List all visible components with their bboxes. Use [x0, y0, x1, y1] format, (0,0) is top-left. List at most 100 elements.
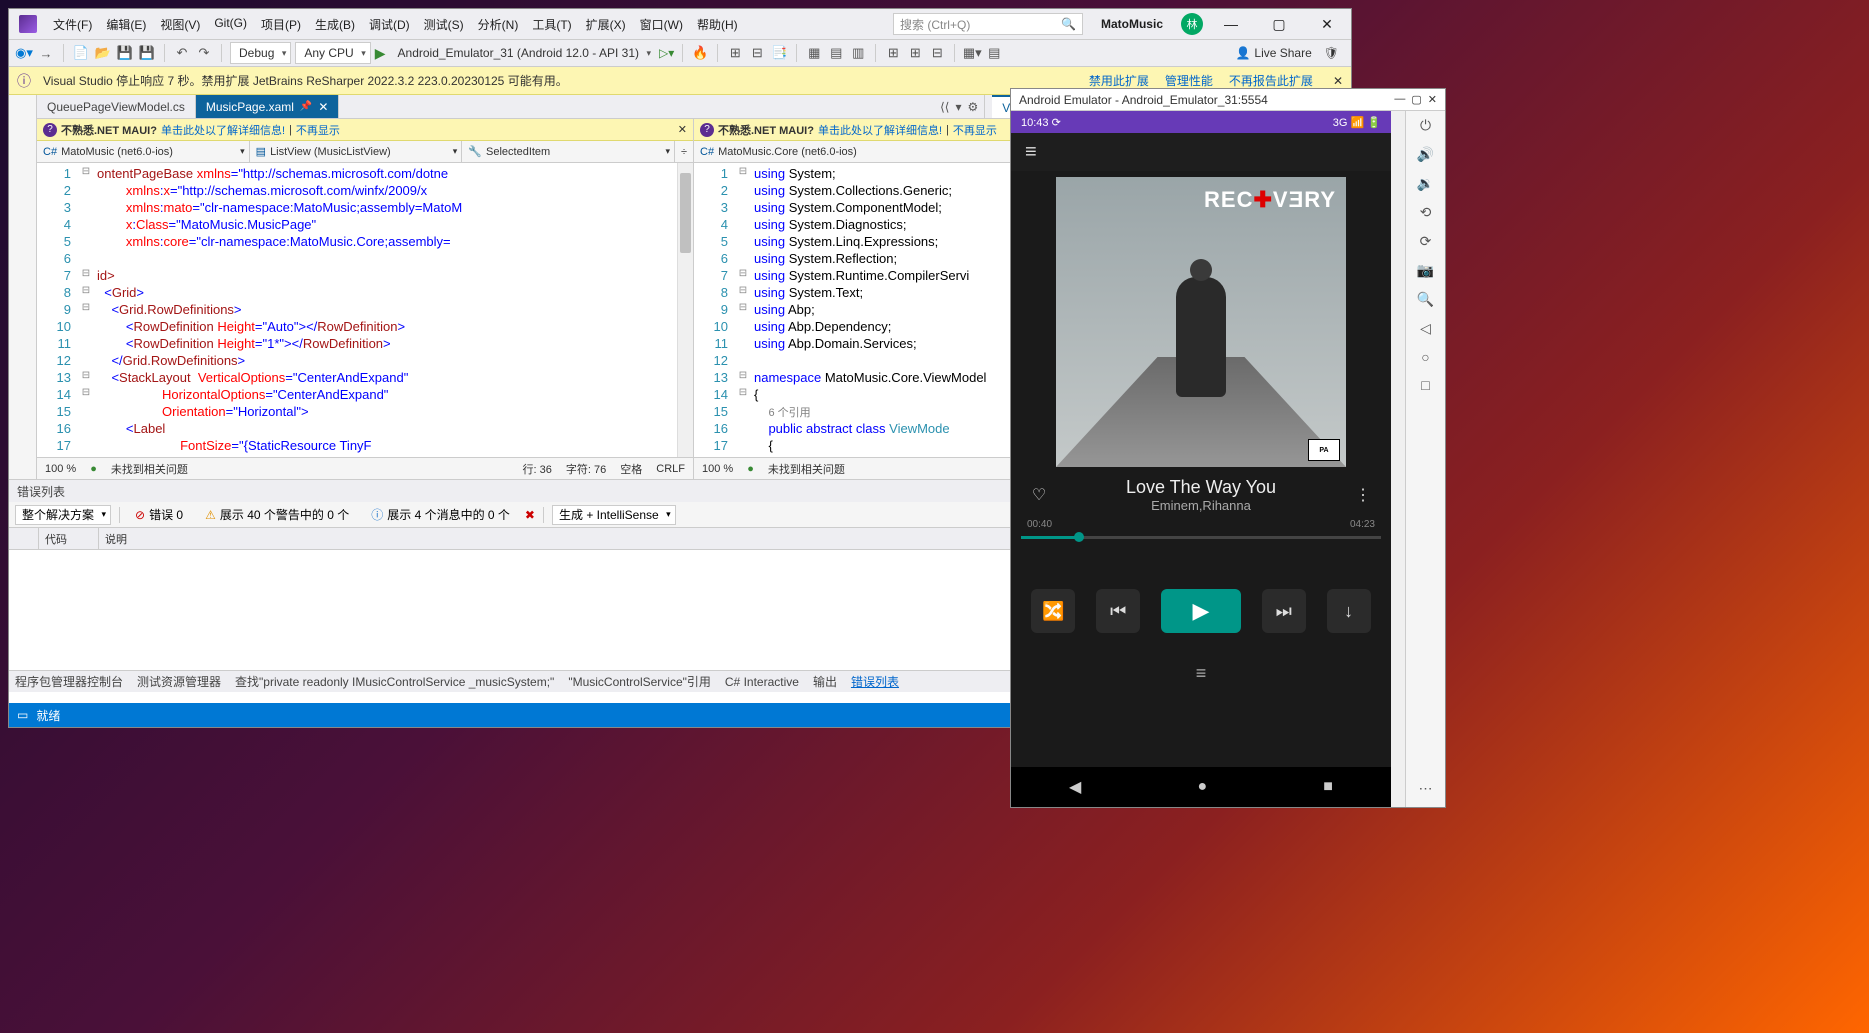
search-box[interactable]: 搜索 (Ctrl+Q) 🔍	[893, 13, 1083, 35]
info-link-perf[interactable]: 管理性能	[1165, 72, 1213, 89]
live-share[interactable]: 👤 Live Share 🛡	[1235, 46, 1345, 60]
nav-fwd-icon[interactable]: →	[37, 44, 55, 62]
bottom-tab[interactable]: C# Interactive	[725, 675, 799, 689]
tool-icon-3[interactable]: 📑	[770, 44, 788, 62]
maui-link2[interactable]: 不再显示	[296, 122, 340, 138]
messages-filter[interactable]: ⓘ展示 4 个消息中的 0 个	[364, 505, 517, 525]
nav-project[interactable]: C#MatoMusic.Core (net6.0-ios)	[694, 141, 1022, 162]
tool-icon-10[interactable]: ▦▾	[963, 44, 981, 62]
info-close-icon[interactable]: ✕	[1333, 74, 1343, 88]
errors-filter[interactable]: ⊘错误 0	[128, 505, 190, 525]
menu-item[interactable]: 测试(S)	[418, 12, 470, 37]
menu-item[interactable]: 扩展(X)	[580, 12, 632, 37]
nav-context[interactable]: ▤ListView (MusicListView)	[250, 141, 463, 162]
platform-dropdown[interactable]: Any CPU	[295, 42, 370, 64]
menu-item[interactable]: 工具(T)	[526, 12, 577, 37]
new-icon[interactable]: 📄	[72, 44, 90, 62]
tool-icon-6[interactable]: ▥	[849, 44, 867, 62]
nav-member[interactable]: 🔧SelectedItem	[462, 141, 675, 162]
nav-project[interactable]: C#MatoMusic (net6.0-ios)	[37, 141, 250, 162]
tool-icon-1[interactable]: ⊞	[726, 44, 744, 62]
back-icon[interactable]: ◁	[1420, 320, 1431, 337]
menu-item[interactable]: 分析(N)	[472, 12, 525, 37]
col-code[interactable]: 代码	[39, 528, 99, 549]
queue-button[interactable]: ≡	[1011, 663, 1391, 684]
target-dropdown[interactable]: Android_Emulator_31 (Android 12.0 - API …	[390, 42, 655, 64]
left-toolbox-strip[interactable]	[9, 95, 37, 479]
power-icon[interactable]: ⏻	[1420, 117, 1431, 134]
menu-item[interactable]: 编辑(E)	[100, 12, 152, 37]
hamburger-icon[interactable]: ≡	[1025, 141, 1037, 164]
more-icon[interactable]: ⋯	[1419, 780, 1433, 797]
info-link-disable[interactable]: 禁用此扩展	[1089, 72, 1149, 89]
menu-item[interactable]: 项目(P)	[255, 12, 307, 37]
tab-musicpage[interactable]: MusicPage.xaml📌✕	[196, 95, 340, 118]
maui-link1[interactable]: 单击此处以了解详细信息!	[818, 122, 942, 138]
tool-icon-5[interactable]: ▤	[827, 44, 845, 62]
prev-button[interactable]: ⏮	[1096, 589, 1140, 633]
zoom-level[interactable]: 100 %	[702, 463, 733, 475]
scope-dropdown[interactable]: 整个解决方案	[15, 505, 111, 525]
config-dropdown[interactable]: Debug	[230, 42, 291, 64]
tool-icon-2[interactable]: ⊟	[748, 44, 766, 62]
output-icon[interactable]: ▭	[17, 708, 28, 722]
more-button[interactable]: ⋮	[1351, 485, 1375, 505]
menu-item[interactable]: 文件(F)	[47, 12, 98, 37]
nav-recents-icon[interactable]: ■	[1323, 778, 1333, 796]
zoom-level[interactable]: 100 %	[45, 463, 76, 475]
volume-down-icon[interactable]: 🔉	[1417, 175, 1434, 192]
save-all-icon[interactable]: 💾	[138, 44, 156, 62]
run-no-debug-icon[interactable]: ▷▾	[659, 46, 674, 60]
info-link-dismiss[interactable]: 不再报告此扩展	[1229, 72, 1313, 89]
download-button[interactable]: ↓	[1327, 589, 1371, 633]
menu-item[interactable]: Git(G)	[208, 12, 253, 37]
emu-max-icon[interactable]: ▢	[1411, 93, 1421, 106]
split-icon[interactable]: ÷	[675, 146, 693, 158]
clear-icon[interactable]: ✖	[525, 508, 535, 522]
menu-item[interactable]: 调试(D)	[363, 12, 416, 37]
tool-icon-11[interactable]: ▤	[985, 44, 1003, 62]
undo-icon[interactable]: ↶	[173, 44, 191, 62]
user-avatar[interactable]: 林	[1181, 13, 1203, 35]
nav-home-icon[interactable]: ●	[1197, 778, 1207, 796]
menu-item[interactable]: 窗口(W)	[634, 12, 689, 37]
tool-icon-7[interactable]: ⊞	[884, 44, 902, 62]
maui-close-icon[interactable]: ✕	[678, 123, 687, 136]
zoom-icon[interactable]: 🔍	[1417, 291, 1434, 308]
code-content[interactable]: ontentPageBase xmlns="http://schemas.mic…	[93, 163, 677, 457]
menu-item[interactable]: 视图(V)	[154, 12, 206, 37]
tab-overflow-icon[interactable]: ⟨⟨	[940, 100, 949, 114]
fold-column[interactable]: ⊟⊟⊟⊟⊟⊟	[736, 163, 750, 457]
nav-back-icon[interactable]: ◀	[1069, 777, 1081, 797]
redo-icon[interactable]: ↷	[195, 44, 213, 62]
menu-item[interactable]: 帮助(H)	[691, 12, 744, 37]
bottom-tab[interactable]: 测试资源管理器	[137, 673, 221, 690]
shuffle-button[interactable]: 🔀	[1031, 589, 1075, 633]
tool-icon-8[interactable]: ⊞	[906, 44, 924, 62]
col-icon[interactable]	[9, 528, 39, 549]
menu-item[interactable]: 生成(B)	[309, 12, 361, 37]
save-icon[interactable]: 💾	[116, 44, 134, 62]
tab-dropdown-icon[interactable]: ▾	[955, 100, 961, 114]
bottom-tab[interactable]: 程序包管理器控制台	[15, 673, 123, 690]
home-icon[interactable]: ○	[1421, 349, 1429, 365]
close-button[interactable]: ✕	[1307, 10, 1347, 38]
volume-up-icon[interactable]: 🔊	[1417, 146, 1434, 163]
code-editor-left[interactable]: 123456789101112131415161718 ⊟⊟⊟⊟⊟⊟ onten…	[37, 163, 693, 457]
bottom-tab[interactable]: 错误列表	[851, 673, 899, 690]
hot-reload-icon[interactable]: 🔥	[691, 44, 709, 62]
nav-back-icon[interactable]: ◉▾	[15, 44, 33, 62]
play-button[interactable]: ▶	[1161, 589, 1241, 633]
next-button[interactable]: ⏭	[1262, 589, 1306, 633]
favorite-button[interactable]: ♡	[1027, 485, 1051, 505]
rotate-right-icon[interactable]: ⟳	[1420, 233, 1432, 250]
bottom-tab[interactable]: 输出	[813, 673, 837, 690]
screenshot-icon[interactable]: 📷	[1417, 262, 1434, 279]
tab-queue-vm[interactable]: QueuePageViewModel.cs	[37, 95, 196, 118]
open-icon[interactable]: 📂	[94, 44, 112, 62]
emu-min-icon[interactable]: —	[1394, 93, 1405, 106]
maximize-button[interactable]: ▢	[1259, 10, 1299, 38]
scrollbar[interactable]	[677, 163, 693, 457]
album-art[interactable]: REC✚VƎRY PA	[1056, 177, 1346, 467]
run-icon[interactable]: ▶	[375, 45, 386, 62]
